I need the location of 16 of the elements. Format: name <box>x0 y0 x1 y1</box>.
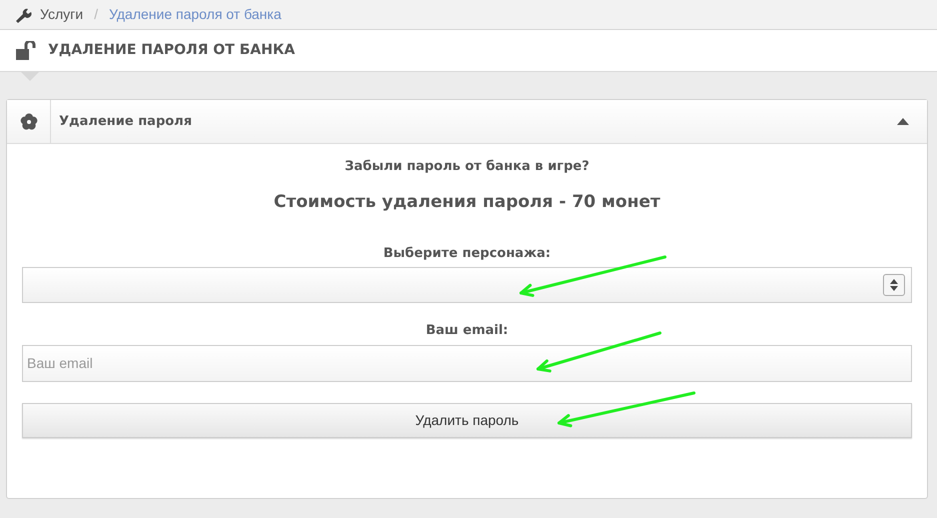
panel-header[interactable]: Удаление пароля <box>7 100 927 144</box>
email-label: Ваш email: <box>426 322 508 340</box>
delete-password-button[interactable]: Удалить пароль <box>22 402 912 438</box>
flower-icon <box>20 112 38 130</box>
panel-title: Удаление пароля <box>59 112 193 131</box>
up-down-icon <box>890 279 898 291</box>
breadcrumb-separator: / <box>93 5 99 24</box>
question-text: Забыли пароль от банка в игре? <box>344 158 590 176</box>
email-field[interactable]: Ваш email <box>22 344 912 382</box>
breadcrumb-link[interactable]: Услуги <box>40 4 84 25</box>
collapse-caret-icon[interactable] <box>897 118 909 125</box>
page-title: УДАЛЕНИЕ ПАРОЛЯ ОТ БАНКА <box>48 41 295 60</box>
price-text: Стоимость удаления пароля - 70 монет <box>274 191 660 214</box>
character-label: Выберите персонажа: <box>383 244 551 262</box>
unlocked-padlock-icon <box>16 40 38 60</box>
wrench-icon <box>14 6 32 22</box>
